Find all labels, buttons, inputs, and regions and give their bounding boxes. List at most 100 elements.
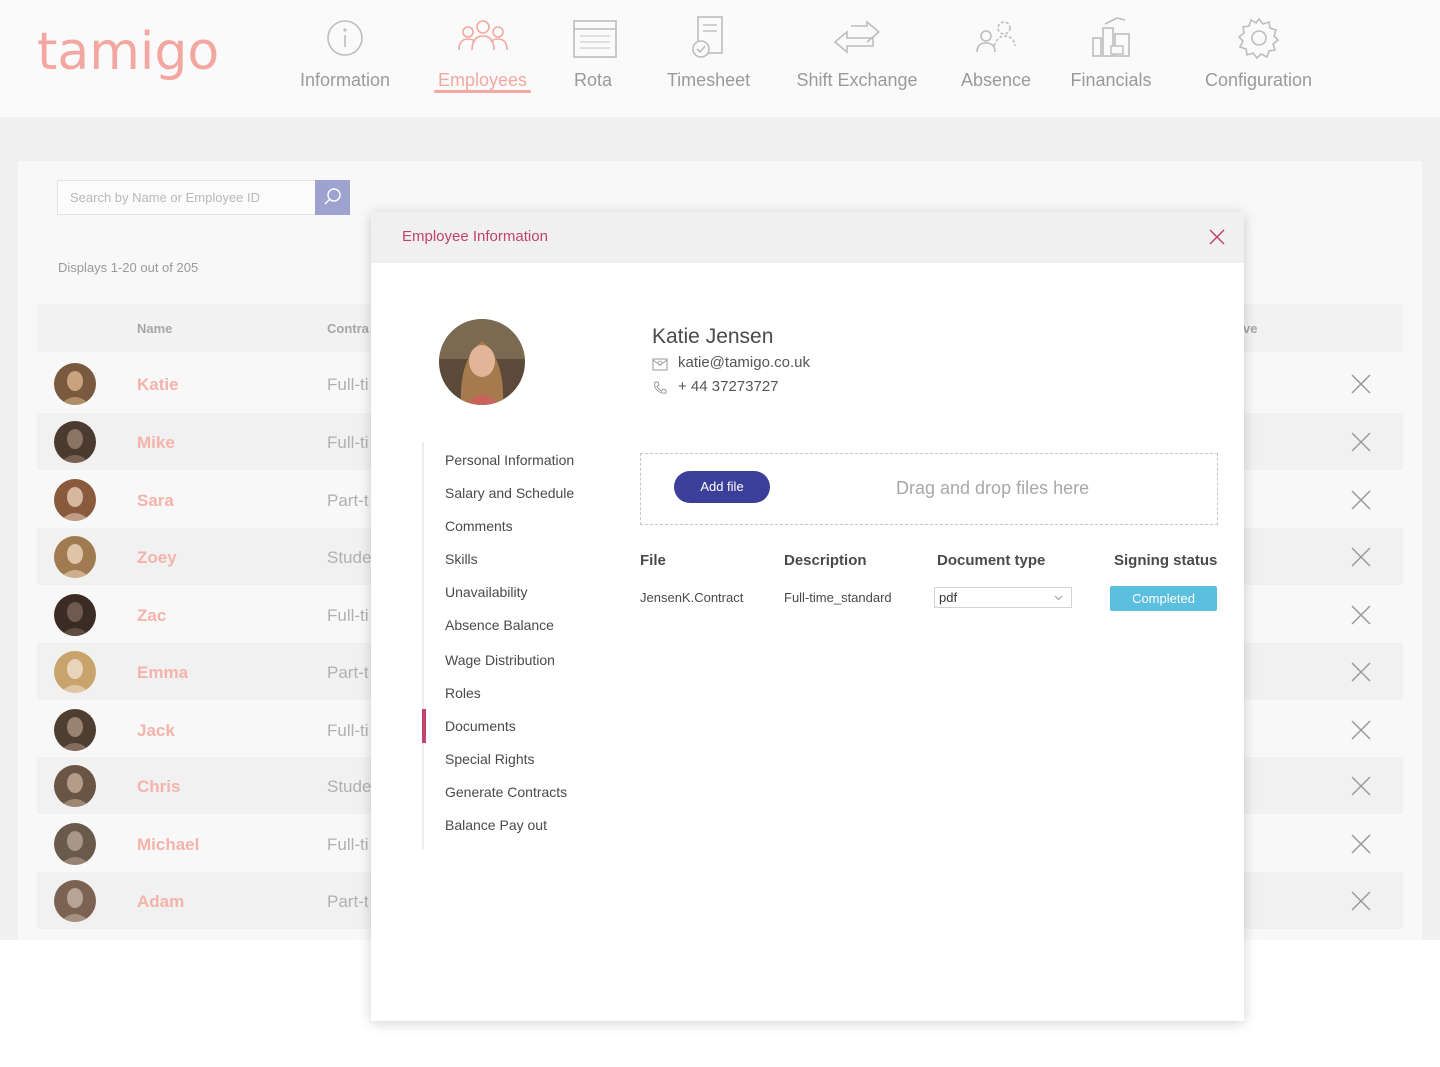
nav-item-shift-exchange[interactable]: Shift Exchange (794, 16, 920, 91)
nav-label: Absence (960, 70, 1032, 90)
menu-item-skills[interactable]: Skills (445, 551, 478, 567)
employee-name[interactable]: Jack (137, 721, 175, 741)
employee-contract: Stude (327, 777, 372, 796)
document-description: Full-time_standard (784, 590, 892, 605)
employee-name[interactable]: Zac (137, 606, 166, 626)
nav-item-configuration[interactable]: Configuration (1200, 16, 1317, 91)
avatar (54, 536, 96, 578)
dropzone-hint: Drag and drop files here (896, 478, 1090, 498)
nav-item-absence[interactable]: Absence (960, 16, 1032, 91)
employee-contract: Part-t (327, 491, 369, 510)
employees-icon (457, 20, 508, 51)
employee-contract: Full-ti (327, 375, 369, 394)
menu-item-documents[interactable]: Documents (445, 718, 516, 734)
pagination-summary: Displays 1-20 out of 205 (58, 260, 199, 275)
column-header-name[interactable]: Name (137, 321, 172, 336)
phone-icon (654, 381, 667, 394)
close-icon[interactable] (1351, 891, 1371, 911)
search-icon (324, 188, 341, 205)
tamigo-logo[interactable]: tamigo (37, 22, 219, 82)
nav-label: Financials (1070, 70, 1152, 90)
nav-label: Timesheet (666, 70, 751, 90)
employee-search (57, 180, 350, 215)
close-icon[interactable] (1209, 229, 1225, 245)
file-dropzone[interactable]: Add file Drag and drop files here (640, 453, 1218, 525)
avatar (54, 363, 96, 405)
column-header-file: File (640, 552, 666, 569)
nav-item-rota[interactable]: Rota (571, 16, 617, 91)
menu-item-roles[interactable]: Roles (445, 685, 481, 701)
clipboard-icon (691, 16, 723, 58)
employee-name[interactable]: Michael (137, 835, 199, 855)
nav-label: Information (299, 70, 391, 90)
top-navigation-bar: tamigo Information Employees Rota Timesh… (0, 0, 1440, 117)
profile-name: Katie Jensen (652, 325, 774, 348)
profile-phone[interactable]: + 44 37273727 (678, 378, 779, 395)
column-header-description: Description (784, 552, 867, 569)
menu-item-special-rights[interactable]: Special Rights (445, 751, 535, 767)
employee-name[interactable]: Katie (137, 375, 179, 395)
avatar (54, 823, 96, 865)
column-header-document-type: Document type (937, 552, 1046, 569)
menu-item-comments[interactable]: Comments (445, 518, 513, 534)
close-icon[interactable] (1351, 374, 1371, 394)
signing-status-badge: Completed (1110, 586, 1217, 611)
menu-item-salary-and-schedule[interactable]: Salary and Schedule (445, 485, 574, 501)
avatar (54, 651, 96, 693)
nav-item-information[interactable]: Information (296, 16, 394, 91)
close-icon[interactable] (1351, 605, 1371, 625)
menu-item-balance-pay-out[interactable]: Balance Pay out (445, 817, 547, 833)
employee-contract: Stude (327, 548, 372, 567)
column-header-contract[interactable]: Contra (327, 321, 369, 336)
employee-contract: Full-ti (327, 835, 369, 854)
close-icon[interactable] (1351, 490, 1371, 510)
employee-name[interactable]: Mike (137, 433, 175, 453)
active-menu-indicator (422, 709, 426, 743)
employee-contract: Full-ti (327, 721, 369, 740)
close-icon[interactable] (1351, 834, 1371, 854)
nav-label: Configuration (1204, 70, 1313, 90)
absence-users-icon (976, 21, 1016, 53)
search-button[interactable] (315, 180, 350, 215)
menu-item-generate-contracts[interactable]: Generate Contracts (445, 784, 567, 800)
column-header-active[interactable]: ve (1243, 321, 1257, 336)
menu-item-personal-information[interactable]: Personal Information (445, 452, 574, 468)
employee-name[interactable]: Emma (137, 663, 188, 683)
menu-item-absence-balance[interactable]: Absence Balance (445, 617, 554, 633)
employee-information-modal: Employee Information Katie Jensen katie@… (371, 212, 1244, 1021)
close-icon[interactable] (1351, 776, 1371, 796)
menu-item-wage-distribution[interactable]: Wage Distribution (445, 652, 555, 668)
nav-item-employees[interactable]: Employees (434, 16, 531, 93)
nav-item-financials[interactable]: Financials (1068, 16, 1154, 91)
document-file-name[interactable]: JensenK.Contract (640, 590, 743, 605)
calendar-icon (573, 20, 617, 58)
avatar (54, 709, 96, 751)
avatar (54, 765, 96, 807)
avatar (54, 479, 96, 521)
nav-item-timesheet[interactable]: Timesheet (666, 16, 751, 91)
employee-name[interactable]: Adam (137, 892, 184, 912)
close-icon[interactable] (1351, 720, 1371, 740)
nav-label: Employees (437, 70, 528, 90)
employee-name[interactable]: Sara (137, 491, 174, 511)
building-chart-icon (1092, 17, 1130, 57)
avatar (54, 594, 96, 636)
close-icon[interactable] (1351, 662, 1371, 682)
column-header-signing-status: Signing status (1114, 552, 1218, 569)
employee-name[interactable]: Chris (137, 777, 180, 797)
add-file-button[interactable]: Add file (674, 471, 770, 503)
close-icon[interactable] (1351, 547, 1371, 567)
employee-contract: Part-t (327, 892, 369, 911)
search-input[interactable] (57, 180, 316, 215)
document-type-select[interactable]: pdf (934, 587, 1072, 608)
employee-info-menu: Personal Information Salary and Schedule C… (422, 442, 622, 849)
profile-email[interactable]: katie@tamigo.co.uk (678, 354, 810, 371)
employee-name[interactable]: Zoey (137, 548, 177, 568)
profile-photo (439, 319, 525, 405)
nav-label: Rota (573, 70, 613, 90)
menu-item-unavailability[interactable]: Unavailability (445, 584, 527, 600)
employee-contract: Part-t (327, 663, 369, 682)
close-icon[interactable] (1351, 432, 1371, 452)
avatar (54, 880, 96, 922)
gear-icon (1237, 17, 1279, 60)
